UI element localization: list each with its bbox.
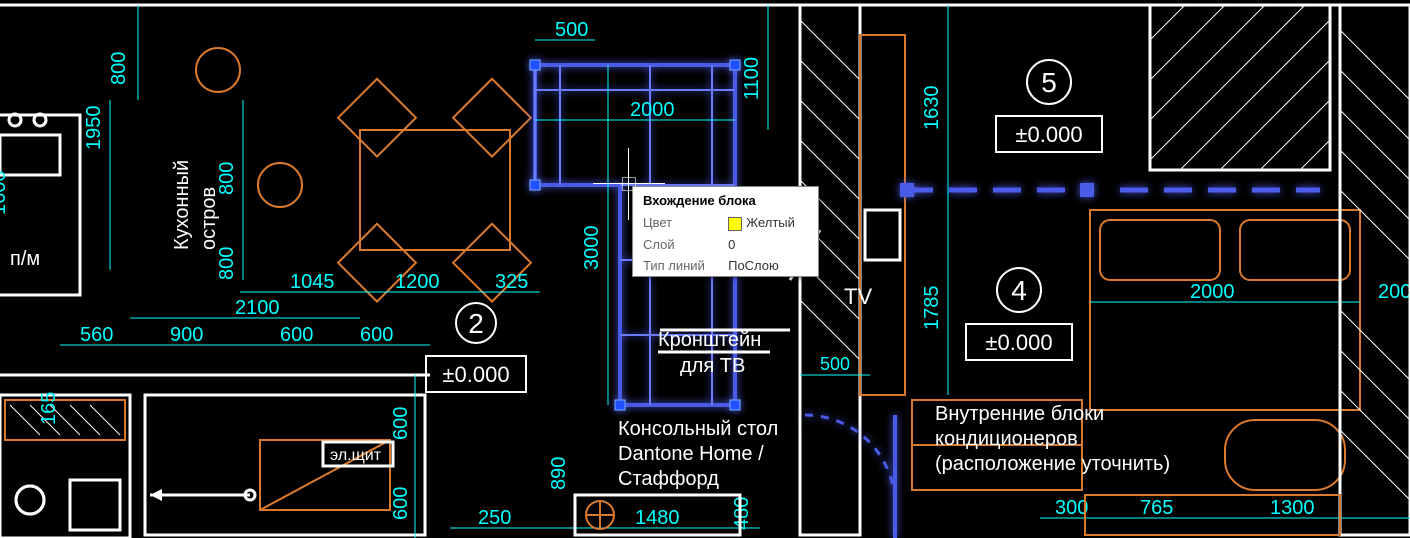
kitchen-island-label-1: Кухонный [171,160,193,250]
entity-rollover-tooltip: Вхождение блока Цвет Желтый Слой 0 Тип л… [632,186,819,277]
bed-right [1090,210,1360,490]
stools [196,48,302,207]
dim-500-top: 500 [535,19,595,41]
svg-text:800: 800 [108,52,130,85]
svg-text:1045: 1045 [290,271,335,293]
svg-text:900: 900 [170,324,203,346]
dim-800c: 800 [216,190,243,280]
dim-chain-bottom-right: 300 765 1300 [1040,497,1410,519]
dim-1950: 1950 [83,100,110,270]
tooltip-ltype-value: ПоСлою [718,255,818,276]
svg-text:2000: 2000 [630,99,675,121]
color-swatch-icon [728,217,742,231]
partition-dashed [900,183,1320,197]
ac-line1: Внутренние блоки [935,403,1104,425]
dim-chain-lower: 560 900 600 600 [60,324,430,346]
svg-text:600: 600 [360,324,393,346]
room-5-number: 5 [1041,67,1057,98]
console-line1: Консольный стол [618,418,778,440]
svg-text:600: 600 [390,407,412,440]
room-5-level: ±0.000 [1015,122,1082,147]
dim-1100-right: 1100 [741,5,768,130]
svg-text:1785: 1785 [921,286,943,331]
svg-text:600: 600 [280,324,313,346]
dim-1600: 1600 [0,171,10,216]
elshit-label: эл.щит [330,447,382,464]
svg-text:500: 500 [820,354,850,374]
svg-text:765: 765 [1140,497,1173,519]
svg-text:2000: 2000 [1190,281,1235,303]
ac-line3: (расположение уточнить) [935,453,1170,475]
svg-text:480: 480 [731,497,753,530]
svg-text:890: 890 [548,457,570,490]
svg-text:2100: 2100 [235,297,280,319]
door-swing [805,415,895,538]
svg-text:1100: 1100 [741,57,763,100]
tooltip-color-value: Желтый [718,212,818,234]
svg-text:1300: 1300 [1270,497,1315,519]
dim-800-left: 800 [108,5,138,100]
dim-3000-sofa: 3000 [581,65,608,405]
kitchen-island-label-2: остров [198,187,220,250]
svg-text:500: 500 [555,19,588,41]
bracket-line1: Кронштейн [658,329,761,351]
dim-1785: 1785 [921,190,948,395]
tooltip-layer-value: 0 [718,234,818,255]
svg-text:250: 250 [478,507,511,529]
svg-text:800: 800 [216,247,238,280]
crosshair-cursor-icon [622,177,636,191]
dim-2000-bed: 2000 200 [1090,281,1410,303]
tooltip-layer-label: Слой [633,234,718,255]
console-line2: Dantone Home / [618,443,764,465]
svg-text:560: 560 [80,324,113,346]
dim-165: 165 [38,392,60,425]
svg-text:600: 600 [390,487,412,520]
tooltip-ltype-label: Тип линий [633,255,718,276]
dim-800b: 800 [216,100,243,195]
svg-text:1200: 1200 [395,271,440,293]
svg-text:1630: 1630 [921,86,943,131]
room-4-number: 4 [1011,275,1027,306]
dim-1630: 1630 [921,5,948,190]
dining-set [338,79,531,302]
svg-text:325: 325 [495,271,528,293]
room-2-level: ±0.000 [442,362,509,387]
ac-line2: кондиционеров [935,428,1078,450]
svg-text:3000: 3000 [581,226,603,271]
tooltip-title: Вхождение блока [633,187,818,212]
svg-text:300: 300 [1055,497,1088,519]
room-4-level: ±0.000 [985,330,1052,355]
bracket-line2: для ТВ [680,355,745,377]
room-2-number: 2 [468,308,484,339]
svg-text:1600: 1600 [0,171,10,216]
svg-text:1480: 1480 [635,507,680,529]
svg-text:200: 200 [1378,281,1410,303]
svg-text:1950: 1950 [83,106,105,151]
tooltip-color-label: Цвет [633,212,718,234]
right-top-shaft [1150,5,1330,170]
dim-2100: 2100 [130,297,360,319]
tv-label: TV [844,284,872,309]
pm-label: п/м [10,248,40,270]
console-line3: Стаффорд [618,468,719,490]
dim-2000-sofa: 2000 [535,99,735,121]
